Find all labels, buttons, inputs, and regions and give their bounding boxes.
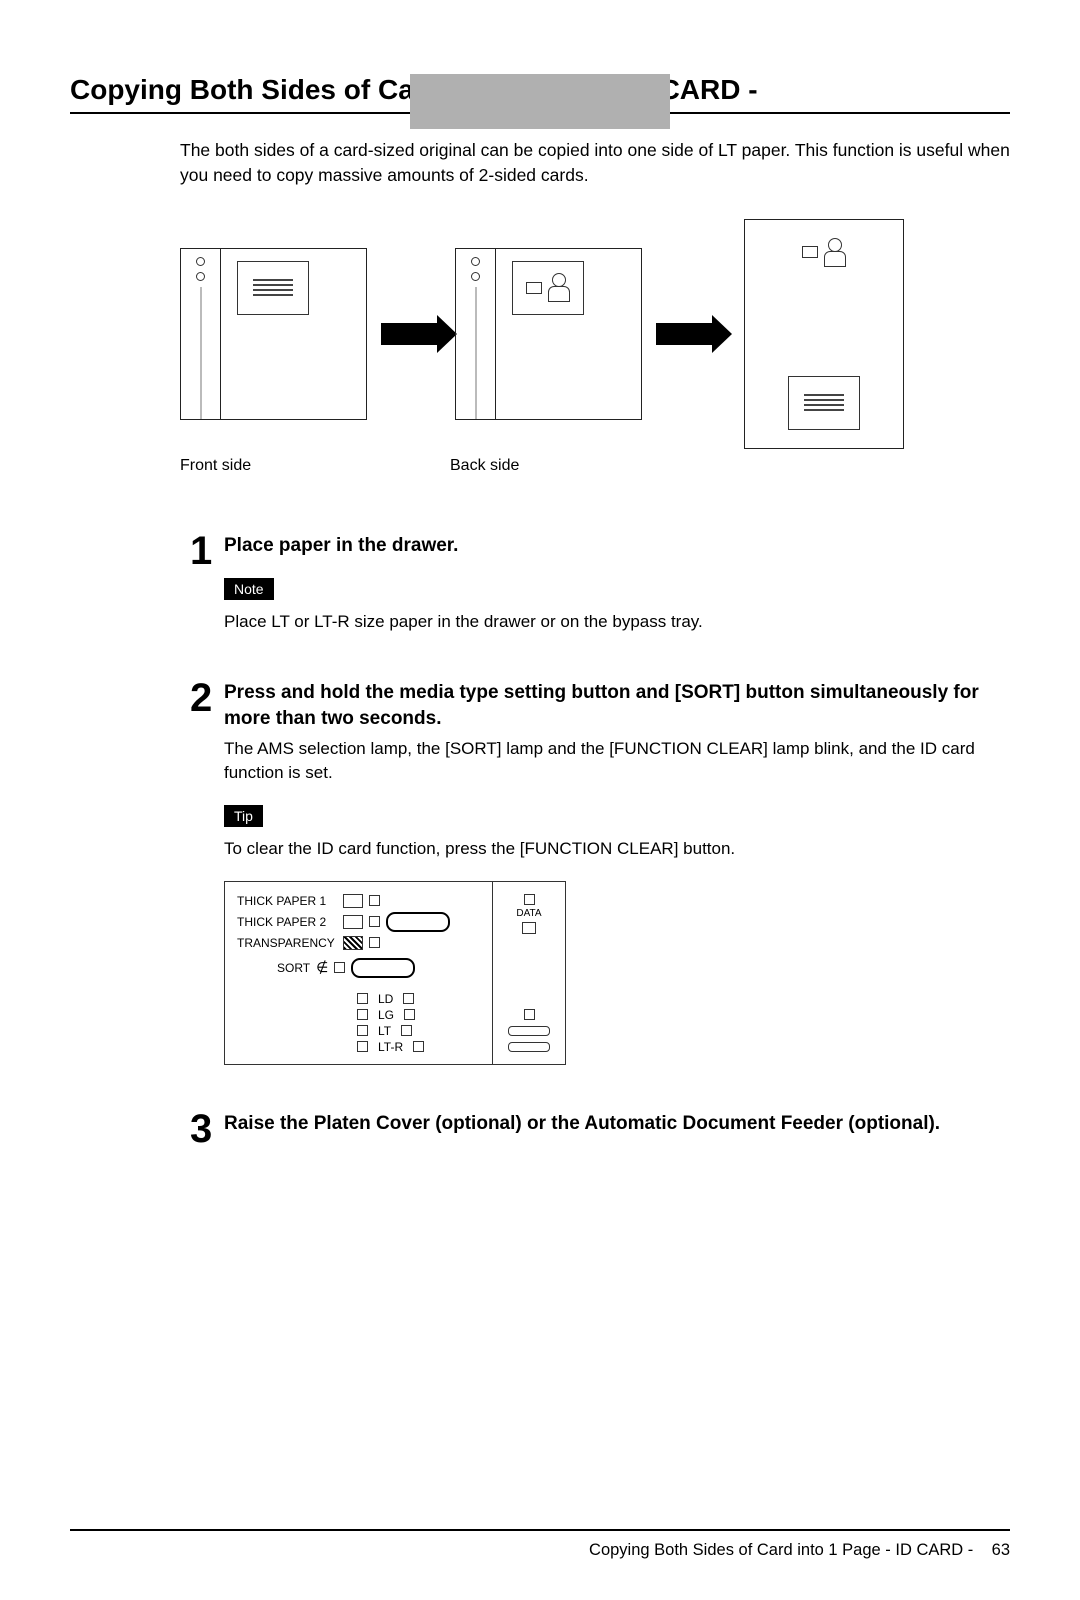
scanner-back: [455, 248, 642, 420]
panel-label: SORT: [277, 961, 310, 975]
step-title: Raise the Platen Cover (optional) or the…: [224, 1111, 1010, 1137]
note-label: Note: [224, 578, 274, 600]
control-panel-diagram: THICK PAPER 1 THICK PAPER 2 TRANSPARENCY…: [224, 881, 566, 1065]
step-title: Place paper in the drawer.: [224, 533, 1010, 559]
output-front-icon: [788, 376, 860, 430]
scanner-front: [180, 248, 367, 420]
intro-text: The both sides of a card-sized original …: [180, 138, 1010, 189]
card-front-icon: [237, 261, 309, 315]
tip-label: Tip: [224, 805, 263, 827]
step-number: 1: [190, 531, 224, 634]
output-sheet: [744, 219, 904, 449]
panel-label: TRANSPARENCY: [237, 936, 337, 950]
slot-icon: [508, 1042, 550, 1052]
arrow-icon: [381, 323, 441, 345]
oval-button-icon: [351, 958, 415, 978]
diagram-row: [180, 219, 1010, 449]
step-2: 2 Press and hold the media type setting …: [190, 678, 1010, 1065]
slot-icon: [508, 1026, 550, 1036]
step-1: 1 Place paper in the drawer. Note Place …: [190, 531, 1010, 634]
oval-button-icon: [386, 912, 450, 932]
caption-front: Front side: [180, 457, 450, 475]
size-label: LD: [378, 992, 393, 1006]
sheet-icon: [343, 894, 363, 908]
output-back-icon: [802, 238, 846, 267]
size-label: LT-R: [378, 1040, 403, 1054]
step-3: 3 Raise the Platen Cover (optional) or t…: [190, 1109, 1010, 1149]
step-title: Press and hold the media type setting bu…: [224, 680, 1010, 731]
data-label: DATA: [516, 908, 541, 919]
sheet-icon: [343, 915, 363, 929]
step-body-text: The AMS selection lamp, the [SORT] lamp …: [224, 737, 1010, 785]
card-back-icon: [512, 261, 584, 315]
header-tab-block: [410, 74, 670, 129]
step-number: 3: [190, 1109, 224, 1149]
size-label: LT: [378, 1024, 391, 1038]
footer-title: Copying Both Sides of Card into 1 Page -…: [589, 1541, 973, 1559]
size-list: LD LG LT LT-R: [357, 992, 484, 1054]
page-number: 63: [992, 1541, 1010, 1559]
panel-label: THICK PAPER 2: [237, 915, 337, 929]
caption-back: Back side: [450, 457, 720, 475]
step-number: 2: [190, 678, 224, 1065]
panel-label: THICK PAPER 1: [237, 894, 337, 908]
page-footer: Copying Both Sides of Card into 1 Page -…: [70, 1521, 1010, 1560]
note-text: Place LT or LT-R size paper in the drawe…: [224, 610, 1010, 634]
diagram-captions: Front side Back side: [180, 457, 1010, 475]
transparency-icon: [343, 936, 363, 950]
arrow-icon: [656, 323, 716, 345]
tip-text: To clear the ID card function, press the…: [224, 837, 1010, 861]
size-label: LG: [378, 1008, 394, 1022]
monitor-icon: [522, 922, 536, 934]
